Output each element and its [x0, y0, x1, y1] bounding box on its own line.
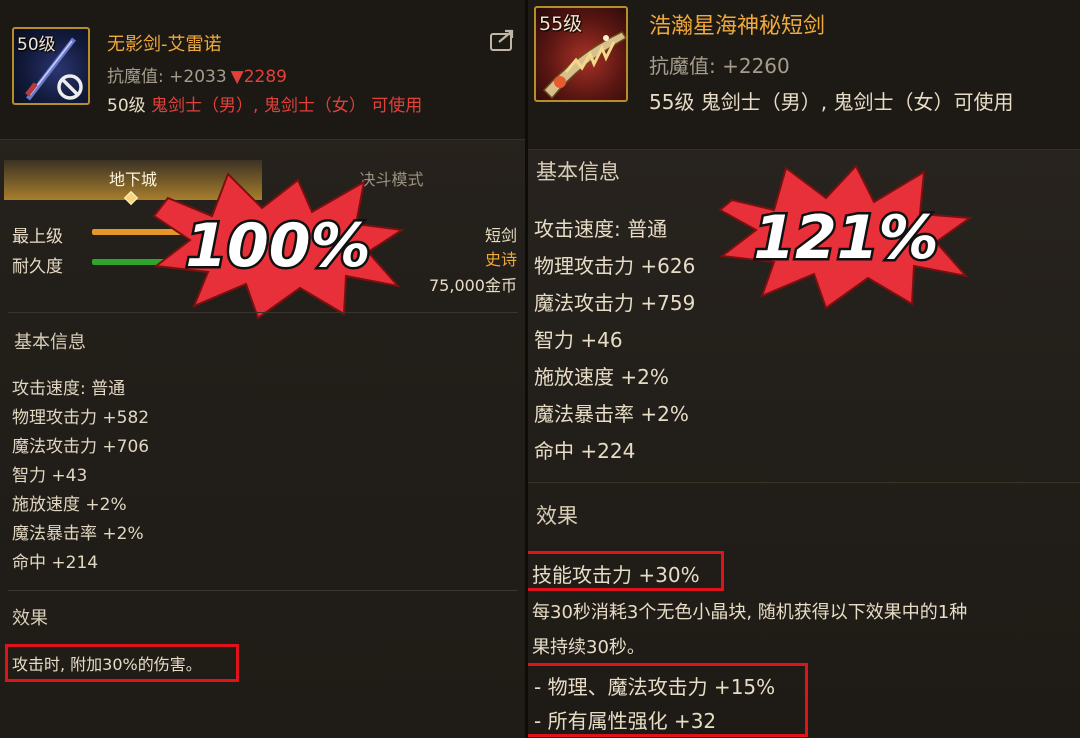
damage-percent-burst: 121% — [718, 164, 973, 310]
magic-crit: 魔法暴击率 +2% — [534, 402, 689, 426]
magic-resist-stat: 抗魔值: +2260 — [649, 54, 790, 78]
basic-info-heading: 基本信息 — [14, 332, 86, 353]
mystic-dagger-icon[interactable]: 55级 — [534, 6, 628, 102]
rarity-label: 史诗 — [484, 250, 517, 269]
burst-percent-text: 100% — [185, 211, 370, 281]
share-icon[interactable] — [489, 28, 517, 52]
grade-gauge: 最上级 — [12, 222, 192, 247]
item-header: 50级 无影剑-艾雷诺 抗魔值: +2033 ▼2289 50级 鬼剑士（男）, … — [0, 0, 525, 140]
effect-text: 攻击时, 附加30%的伤害。 — [12, 655, 202, 674]
divider — [8, 590, 518, 591]
effect-option-attack: - 物理、魔法攻击力 +15% — [534, 675, 776, 699]
usable-classes: 50级 鬼剑士（男）, 鬼剑士（女） 可使用 — [107, 91, 422, 116]
usable-suffix: 可使用 — [371, 96, 423, 116]
cast-speed: 施放速度 +2% — [534, 365, 669, 389]
magic-attack: 魔法攻击力 +759 — [534, 291, 696, 315]
burst-percent-text: 121% — [753, 203, 938, 273]
effect-heading: 效果 — [536, 504, 578, 528]
magic-resist-value: 抗魔值: +2033 — [107, 67, 227, 87]
effect-heading: 效果 — [12, 608, 48, 629]
item-level-badge: 50级 — [17, 35, 56, 55]
usable-classes: 55级 鬼剑士（男）, 鬼剑士（女）可使用 — [649, 90, 1014, 114]
item-level-badge: 55级 — [539, 13, 583, 35]
physical-attack: 物理攻击力 +626 — [534, 254, 696, 278]
usable-level: 50级 — [107, 96, 146, 116]
sell-price: 75,000金币 — [429, 276, 517, 295]
magic-resist-stat: 抗魔值: +2033 ▼2289 — [107, 62, 287, 87]
effect-description-line1: 每30秒消耗3个无色小晶块, 随机获得以下效果中的1种 — [532, 602, 968, 623]
divider — [528, 482, 1080, 483]
cast-speed: 施放速度 +2% — [12, 495, 127, 515]
attack-speed: 攻击速度: 普通 — [534, 217, 668, 241]
durability-label: 耐久度 — [12, 257, 63, 277]
item-name: 无影剑-艾雷诺 — [107, 34, 222, 55]
item-name: 浩瀚星海神秘短剑 — [649, 14, 826, 39]
divider — [8, 312, 518, 313]
intelligence: 智力 +43 — [12, 466, 88, 486]
physical-attack: 物理攻击力 +582 — [12, 408, 150, 428]
right-item-tooltip: 55级 浩瀚星海神秘短剑 抗魔值: +2260 55级 鬼剑士（男）, 鬼剑士（… — [528, 0, 1080, 738]
intelligence: 智力 +46 — [534, 328, 623, 352]
grade-label: 最上级 — [12, 227, 63, 247]
weapon-type: 短剑 — [484, 226, 517, 245]
effect-description-line2: 果持续30秒。 — [532, 637, 645, 658]
magic-resist-compare: ▼2289 — [230, 67, 287, 87]
magic-crit: 魔法暴击率 +2% — [12, 524, 144, 544]
hit-rate: 命中 +214 — [12, 553, 99, 573]
magic-attack: 魔法攻击力 +706 — [12, 437, 150, 457]
effect-option-elements: - 所有属性强化 +32 — [534, 709, 717, 733]
hit-rate: 命中 +224 — [534, 439, 636, 463]
sword-disabled-icon[interactable]: 50级 — [12, 27, 90, 105]
damage-percent-burst: 100% — [152, 172, 405, 320]
basic-info-heading: 基本信息 — [536, 160, 620, 184]
usable-class-list: 鬼剑士（男）, 鬼剑士（女） — [151, 96, 366, 116]
left-item-tooltip: 50级 无影剑-艾雷诺 抗魔值: +2033 ▼2289 50级 鬼剑士（男）, … — [0, 0, 525, 738]
attack-speed: 攻击速度: 普通 — [12, 379, 126, 399]
skill-attack-effect: 技能攻击力 +30% — [532, 563, 700, 587]
durability-gauge: 耐久度 — [12, 252, 192, 277]
item-header: 55级 浩瀚星海神秘短剑 抗魔值: +2260 55级 鬼剑士（男）, 鬼剑士（… — [528, 0, 1080, 150]
